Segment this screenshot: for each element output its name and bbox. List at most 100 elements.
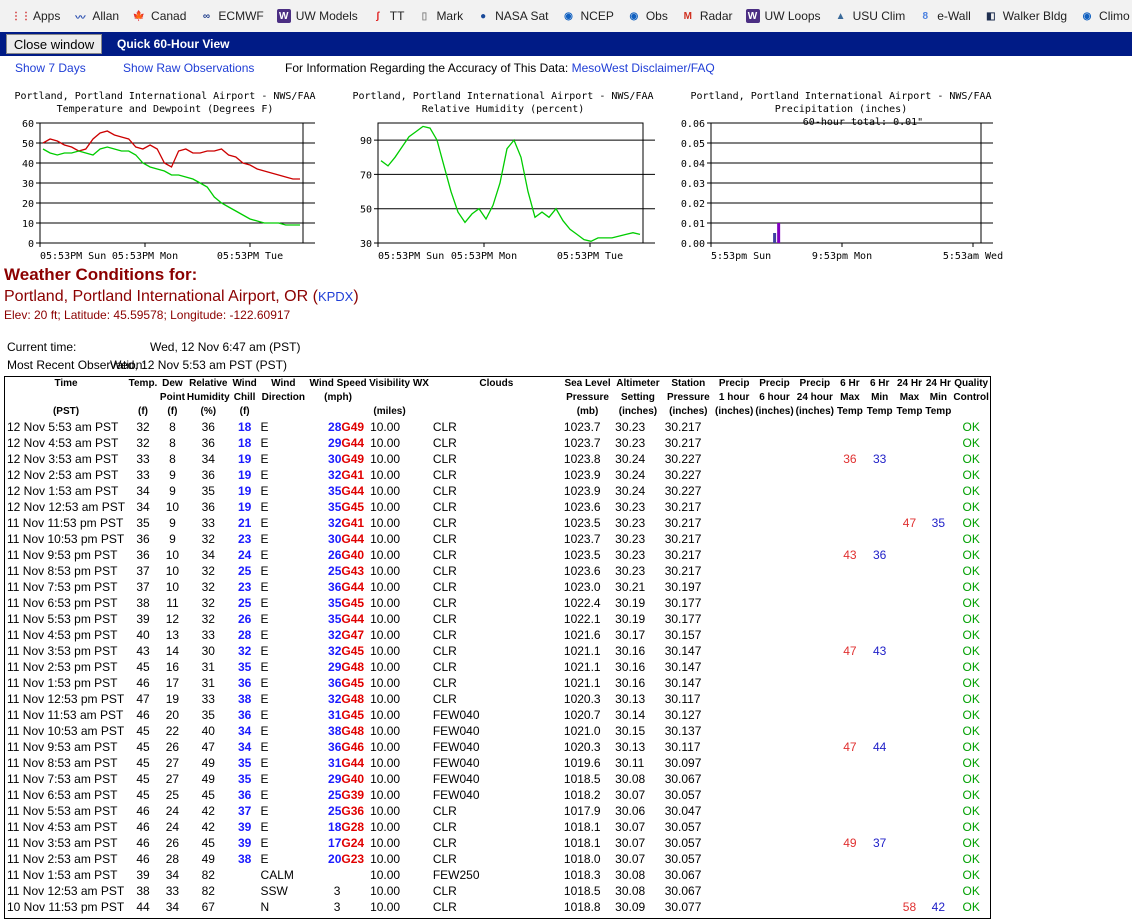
obs-clouds: FEW250 [432, 868, 480, 882]
table-row: 12 Nov 5:53 am PST 32 8 36 18 E 28G49 10.00 CLR 1… [5, 419, 990, 435]
y-tick-label: 0.05 [681, 139, 705, 150]
x-tick-label: 05:53PM Tue [557, 251, 623, 262]
obs-24hr-min [924, 867, 952, 883]
bookmark-label: ECMWF [218, 9, 264, 23]
station-location: Elev: 20 ft; Latitude: 45.59578; Longitu… [4, 308, 291, 322]
obs-precip-6hr [754, 611, 794, 627]
obs-visibility: 10.00 [370, 564, 401, 578]
obs-wind-direction: E [260, 564, 269, 578]
station-id-link[interactable]: KPDX [318, 289, 353, 304]
disclaimer-faq-link[interactable]: MesoWest Disclaimer/FAQ [572, 61, 715, 75]
obs-precip-24hr [795, 531, 835, 547]
obs-clouds: FEW040 [432, 708, 480, 722]
chart-title: Portland, Portland International Airport… [14, 91, 315, 102]
bookmark-climo[interactable]: ◉ Climo [1074, 4, 1132, 28]
bookmark-obs[interactable]: ◉ Obs [621, 4, 675, 28]
obs-dewpoint: 14 [165, 644, 180, 658]
obs-wind-sustained: 31 [328, 708, 342, 722]
bookmark-radar[interactable]: M Radar [675, 4, 740, 28]
bookmark-nasa-sat[interactable]: ● NASA Sat [470, 4, 555, 28]
bookmark-walker-bldg[interactable]: ◧ Walker Bldg [978, 4, 1074, 28]
bookmark-e-wall[interactable]: 8 e-Wall [912, 4, 978, 28]
table-row: 12 Nov 4:53 am PST 32 8 36 18 E 29G44 10.00 CLR 1… [5, 435, 990, 451]
bookmark-apps[interactable]: ⋮⋮ Apps [8, 4, 67, 28]
show-7-days-link[interactable]: Show 7 Days [15, 61, 86, 75]
obs-6hr-max [835, 851, 865, 867]
close-window-button[interactable]: Close window [6, 34, 102, 54]
obs-wind-direction: E [260, 532, 269, 546]
obs-wind-chill: 32 [237, 644, 252, 658]
bookmark-allan[interactable]: 〰 Allan [67, 4, 126, 28]
obs-wx [411, 755, 431, 771]
bookmark-label: e-Wall [937, 9, 971, 23]
bookmark-uw-models[interactable]: W UW Models [271, 4, 365, 28]
obs-clouds: CLR [432, 468, 457, 482]
obs-visibility: 10.00 [370, 532, 401, 546]
obs-wx [411, 627, 431, 643]
obs-clouds: FEW040 [432, 756, 480, 770]
obs-station-pressure: 30.217 [664, 420, 702, 434]
header-slp-label: Sea Level Pressure [564, 378, 611, 403]
obs-6hr-min [865, 851, 895, 867]
obs-24hr-max [895, 707, 925, 723]
obs-station-pressure: 30.147 [664, 676, 702, 690]
obs-24hr-max [895, 851, 925, 867]
obs-humidity: 31 [201, 660, 215, 674]
obs-precip-6hr [754, 499, 794, 515]
header-wind-direction-label: Wind Direction [261, 378, 305, 403]
obs-altimeter: 30.19 [615, 596, 646, 610]
obs-station-pressure: 30.057 [664, 788, 702, 802]
precipitation-chart: Portland, Portland International Airport… [676, 86, 1016, 274]
obs-wind-sustained: 25 [328, 788, 342, 802]
obs-clouds: FEW040 [432, 788, 480, 802]
table-row: 11 Nov 5:53 am PST 46 24 42 37 E 25G36 10.00 CLR… [5, 803, 990, 819]
obs-temp: 45 [136, 660, 150, 674]
y-tick-label: 50 [360, 205, 372, 216]
obs-temp: 45 [136, 724, 150, 738]
bookmark-usu-clim[interactable]: ▲ USU Clim [828, 4, 913, 28]
obs-wind-chill: 18 [237, 420, 252, 434]
table-row: 11 Nov 7:53 pm PST 37 10 32 23 E 36G44 10.00 CLR… [5, 579, 990, 595]
header-clouds: Clouds [431, 377, 562, 419]
obs-precip-6hr [754, 483, 794, 499]
obs-wind-gust: G45 [341, 708, 365, 722]
obs-dewpoint: 26 [165, 740, 180, 754]
obs-temp: 46 [136, 820, 150, 834]
obs-sea-level-pressure: 1023.0 [563, 580, 601, 594]
bookmark-tt[interactable]: ʃ TT [365, 4, 412, 28]
table-row: 11 Nov 4:53 am PST 46 24 42 39 E 18G28 10.00 CLR… [5, 819, 990, 835]
precip-bar [773, 233, 777, 243]
obs-wind-chill: 23 [237, 580, 252, 594]
obs-temp: 47 [136, 692, 150, 706]
header-wx-label: WX [412, 378, 429, 389]
y-tick-label: 20 [22, 199, 34, 210]
obs-precip-1hr [714, 707, 754, 723]
obs-temp: 46 [136, 708, 150, 722]
obs-sea-level-pressure: 1019.6 [563, 756, 601, 770]
station-name: Portland, Portland International Airport… [4, 288, 359, 306]
obs-time: 11 Nov 11:53 am PST [7, 708, 124, 722]
obs-24hr-min [924, 691, 952, 707]
obs-station-pressure: 30.217 [664, 516, 702, 530]
obs-sea-level-pressure: 1022.4 [563, 596, 601, 610]
globe-icon: ● [480, 10, 487, 22]
bookmark-ncep[interactable]: ◉ NCEP [555, 4, 620, 28]
obs-altimeter: 30.13 [615, 692, 646, 706]
bookmark-uw-loops[interactable]: W UW Loops [740, 4, 828, 28]
bookmark-ecmwf[interactable]: ∞ ECMWF [193, 4, 270, 28]
obs-wind-direction: E [260, 788, 269, 802]
obs-station-pressure: 30.067 [664, 884, 702, 898]
obs-24hr-max [895, 835, 925, 851]
obs-6hr-max [835, 899, 865, 915]
obs-sea-level-pressure: 1020.3 [563, 740, 601, 754]
header-altimeter: Altimeter Setting (inches) [613, 377, 663, 419]
obs-sea-level-pressure: 1022.1 [563, 612, 601, 626]
obs-24hr-max [895, 435, 925, 451]
obs-sea-level-pressure: 1021.1 [563, 676, 601, 690]
bookmark-canad[interactable]: 🍁 Canad [126, 4, 193, 28]
bookmark-mark[interactable]: ▯ Mark [411, 4, 470, 28]
show-raw-observations-link[interactable]: Show Raw Observations [123, 61, 254, 75]
header-slp-unit: (mb) [576, 406, 599, 417]
obs-precip-1hr [714, 611, 754, 627]
obs-wind-chill: 19 [237, 500, 252, 514]
